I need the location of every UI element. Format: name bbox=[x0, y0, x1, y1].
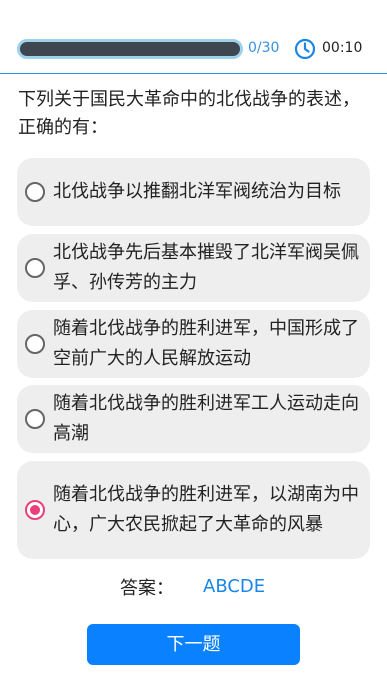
radio-e[interactable] bbox=[25, 500, 45, 520]
option-d[interactable]: 随着北伐战争的胜利进军工人运动走向高潮 bbox=[17, 385, 370, 453]
next-question-button[interactable]: 下一题 bbox=[87, 624, 300, 665]
quiz-header: 0/30 00:10 bbox=[0, 0, 387, 74]
clock-icon bbox=[294, 38, 316, 60]
timer-text: 00:10 bbox=[322, 40, 363, 56]
option-e[interactable]: 随着北伐战争的胜利进军，以湖南为中心，广大农民掀起了大革命的风暴 bbox=[17, 461, 370, 559]
option-b-label: 北伐战争先后基本摧毁了北洋军阀吴佩孚、孙传芳的主力 bbox=[53, 242, 359, 293]
progress-count: 0/30 bbox=[248, 40, 280, 56]
option-b[interactable]: 北伐战争先后基本摧毁了北洋军阀吴佩孚、孙传芳的主力 bbox=[17, 234, 370, 302]
option-a[interactable]: 北伐战争以推翻北洋军阀统治为目标 bbox=[17, 158, 370, 226]
radio-a[interactable] bbox=[25, 182, 45, 202]
radio-b[interactable] bbox=[25, 258, 45, 278]
option-a-label: 北伐战争以推翻北洋军阀统治为目标 bbox=[53, 181, 341, 202]
answer-label: 答案： bbox=[120, 578, 174, 599]
option-d-label: 随着北伐战争的胜利进军工人运动走向高潮 bbox=[53, 393, 359, 444]
answer-value: ABCDE bbox=[203, 576, 266, 597]
option-c-label: 随着北伐战争的胜利进军，中国形成了空前广大的人民解放运动 bbox=[53, 318, 359, 369]
option-c[interactable]: 随着北伐战争的胜利进军，中国形成了空前广大的人民解放运动 bbox=[17, 310, 370, 378]
radio-d[interactable] bbox=[25, 409, 45, 429]
option-e-label: 随着北伐战争的胜利进军，以湖南为中心，广大农民掀起了大革命的风暴 bbox=[53, 484, 359, 535]
radio-c[interactable] bbox=[25, 334, 45, 354]
question-text: 下列关于国民大革命中的北伐战争的表述，正确的有： bbox=[18, 89, 360, 138]
progress-bar bbox=[17, 39, 243, 59]
